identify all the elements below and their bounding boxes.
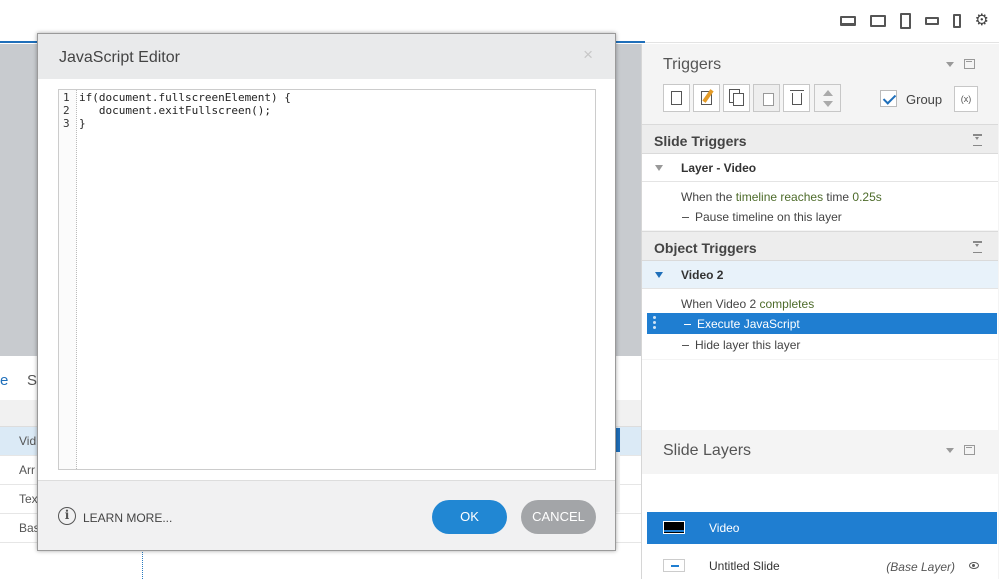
paste-icon (763, 93, 774, 106)
code-line[interactable]: if(document.fullscreenElement) { (79, 91, 291, 104)
copy-trigger-button[interactable] (723, 84, 750, 112)
triggers-title: Triggers (663, 56, 722, 73)
tablet-portrait-icon[interactable] (899, 13, 911, 29)
move-down-icon (823, 101, 833, 107)
delete-trigger-button[interactable] (783, 84, 810, 112)
new-page-icon (671, 91, 682, 105)
drag-handle-icon[interactable] (653, 316, 656, 331)
javascript-editor-dialog: JavaScript Editor × 1 2 3 if(document.fu… (37, 33, 616, 551)
close-icon[interactable]: × (583, 45, 593, 65)
collapse-icon[interactable] (973, 241, 982, 253)
object-triggers-header[interactable]: Object Triggers (642, 231, 998, 261)
trigger-group-layer-video[interactable]: Layer - Video (642, 154, 998, 182)
slide-trigger-body: When the timeline reaches time 0.25s Pau… (642, 182, 998, 230)
phone-portrait-icon[interactable] (952, 14, 961, 28)
base-layer-tag: (Base Layer) (886, 560, 955, 574)
trash-icon (790, 90, 804, 105)
device-preview-icons: ⚙ (839, 13, 989, 29)
line-number-gutter: 1 2 3 (59, 90, 77, 469)
restore-panel-icon[interactable] (964, 59, 975, 69)
trigger-action-label: Execute JavaScript (684, 317, 800, 331)
layer-row-video[interactable]: Video (647, 512, 997, 544)
code-line[interactable]: document.exitFullscreen(); (79, 104, 271, 117)
trigger-group-video-2[interactable]: Video 2 (642, 261, 998, 289)
trigger-group-label: Layer - Video (681, 161, 757, 175)
layer-thumbnail (663, 521, 685, 534)
tab-timeline[interactable]: e (0, 372, 8, 389)
layer-name: Video (709, 521, 740, 535)
phone-landscape-icon[interactable] (924, 17, 939, 25)
chevron-down-icon[interactable] (946, 448, 954, 453)
group-checkbox[interactable] (880, 90, 897, 107)
timeline-row-label: Arr (19, 463, 35, 477)
copy-icon-back (733, 93, 744, 106)
slide-triggers-header[interactable]: Slide Triggers (642, 124, 998, 154)
trigger-action[interactable]: Hide layer this layer (682, 338, 800, 352)
line-number: 1 (63, 91, 70, 104)
dialog-footer: i LEARN MORE... OK CANCEL (38, 480, 615, 550)
trigger-group-label: Video 2 (681, 268, 724, 282)
move-up-icon (823, 90, 833, 96)
slide-layers-title: Slide Layers (663, 442, 752, 459)
trigger-condition[interactable]: When the timeline reaches time 0.25s (681, 190, 882, 204)
dialog-title: JavaScript Editor (59, 49, 180, 66)
trigger-action-selected[interactable]: Execute JavaScript (647, 313, 997, 334)
group-label: Group (906, 92, 943, 107)
learn-more-link[interactable]: LEARN MORE... (83, 511, 172, 525)
line-number: 2 (63, 104, 70, 117)
code-line[interactable]: } (79, 117, 86, 130)
layer-thumbnail (663, 559, 685, 572)
cancel-button[interactable]: CANCEL (521, 500, 596, 534)
timeline-row-label: Tex (19, 492, 38, 506)
line-number: 3 (63, 117, 70, 130)
chevron-down-icon[interactable] (946, 62, 954, 67)
tab-states[interactable]: S (27, 372, 37, 389)
trigger-empty-area (642, 360, 998, 430)
timeline-row-label: Vid (19, 434, 37, 448)
layer-name: Untitled Slide (709, 559, 780, 573)
slide-triggers-label: Slide Triggers (654, 133, 747, 149)
info-icon[interactable]: i (58, 507, 76, 525)
gear-icon[interactable]: ⚙ (975, 13, 989, 29)
new-trigger-button[interactable] (663, 84, 690, 112)
collapse-icon[interactable] (973, 134, 982, 146)
variables-button[interactable]: (x) (954, 86, 978, 112)
trigger-action[interactable]: Pause timeline on this layer (682, 210, 842, 224)
code-editor[interactable]: 1 2 3 if(document.fullscreenElement) { d… (58, 89, 596, 470)
paste-trigger-button[interactable] (753, 84, 780, 112)
tablet-landscape-icon[interactable] (869, 15, 886, 27)
trigger-condition[interactable]: When Video 2 completes (681, 297, 814, 311)
restore-panel-icon[interactable] (964, 445, 975, 455)
expand-triangle-icon[interactable] (655, 272, 663, 278)
layer-row-base[interactable]: Untitled Slide (Base Layer) (647, 550, 997, 579)
layers-list: Video Untitled Slide (Base Layer) (642, 474, 998, 579)
triggers-panel: Triggers Group (x) Slide Triggers Layer … (641, 44, 999, 579)
app-window: ⚙ e S Vid Arr Tex Bas Triggers Group (x)… (0, 0, 999, 579)
expand-triangle-icon[interactable] (655, 165, 663, 171)
move-trigger-button[interactable] (814, 84, 841, 112)
dialog-header: JavaScript Editor × (38, 34, 615, 79)
object-trigger-body: When Video 2 completes Execute JavaScrip… (642, 289, 998, 359)
ok-button[interactable]: OK (432, 500, 507, 534)
eye-icon[interactable] (969, 562, 979, 569)
object-triggers-label: Object Triggers (654, 240, 757, 256)
edit-trigger-button[interactable] (693, 84, 720, 112)
desktop-preview-icon[interactable] (839, 16, 856, 26)
